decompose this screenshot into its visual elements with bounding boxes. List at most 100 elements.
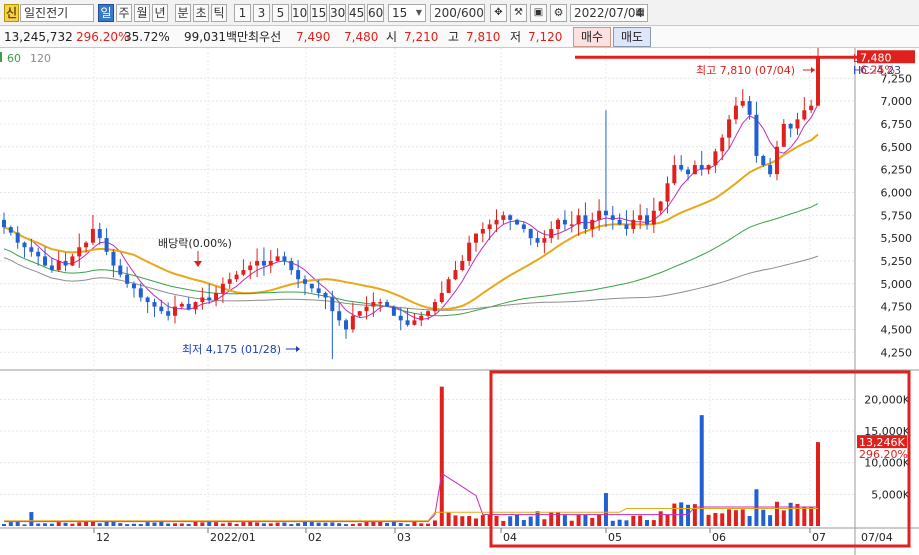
interval-45-button[interactable]: 45	[348, 4, 365, 22]
period-week-button[interactable]: 주	[116, 4, 132, 22]
candle-body	[214, 292, 219, 301]
price-tick-label: 5,500	[881, 232, 913, 245]
interval-10-button[interactable]: 10	[291, 4, 308, 22]
candle-body	[302, 279, 307, 284]
period-month-button[interactable]: 월	[134, 4, 150, 22]
stock-name-combo[interactable]: 일진전기	[20, 4, 94, 22]
volume-bar	[521, 520, 526, 526]
candle-body	[234, 274, 239, 280]
candle-body	[419, 315, 424, 321]
period-tick-button[interactable]: 틱	[211, 4, 227, 22]
candle-body	[713, 151, 718, 166]
price-tick-label: 5,750	[881, 209, 913, 222]
candle-body	[296, 270, 301, 280]
volume-bar	[542, 519, 547, 526]
open-label: 시	[386, 30, 398, 44]
volume-bar	[467, 516, 472, 526]
candle-body	[179, 303, 184, 307]
interval-60-button[interactable]: 60	[367, 4, 384, 22]
interval-5-button[interactable]: 5	[272, 4, 289, 22]
candle-body	[255, 260, 260, 266]
candle-body	[439, 292, 444, 303]
volume-bar	[644, 520, 649, 526]
period-second-button[interactable]: 초	[193, 4, 209, 22]
gear-icon[interactable]: ⚙	[550, 4, 567, 22]
volume-bar	[22, 524, 27, 526]
volume-bar	[131, 523, 136, 526]
interval-1-button[interactable]: 1	[234, 4, 251, 22]
high-note: 최고 7,810 (07/04)	[696, 64, 795, 77]
volume-bar	[84, 521, 89, 526]
date-field[interactable]: 2022/07/04 ▦	[570, 4, 648, 22]
candle-body	[166, 311, 171, 316]
volume-bar	[405, 524, 410, 526]
volume-bar	[720, 513, 725, 526]
volume-bar	[480, 515, 485, 526]
candle-body	[508, 215, 513, 220]
volume-bar	[350, 523, 355, 526]
volume-bar	[385, 522, 390, 526]
low-note: 최저 4,175 (01/28)	[182, 343, 281, 356]
volume-bar	[302, 521, 307, 526]
stock-chart[interactable]: 7,2507,0006,7506,5006,2506,0005,7505,500…	[0, 48, 919, 555]
volume-bar	[617, 519, 622, 526]
volume-bar	[296, 523, 301, 526]
candle-body	[111, 251, 116, 266]
candle-body	[603, 210, 608, 216]
candle-body	[774, 146, 779, 175]
candle-body	[521, 224, 526, 229]
volume-bar	[330, 522, 335, 526]
candle-body	[316, 288, 321, 293]
volume-bar	[357, 523, 362, 526]
volume-bar	[658, 511, 663, 526]
calendar-icon[interactable]: ▦	[636, 5, 645, 21]
low-label: 저	[510, 30, 522, 44]
time-tick-label: 07	[812, 531, 826, 544]
time-tick-label: 12	[96, 531, 110, 544]
volume-bar	[727, 509, 732, 526]
candle-body	[733, 105, 738, 120]
sell-button[interactable]: 매도	[613, 27, 651, 47]
volume-bar	[43, 523, 48, 526]
candle-body	[323, 292, 328, 298]
quote-bar: 13,245,732 296.20% 35.72% 99,031백만 최우선 7…	[0, 26, 919, 48]
indicator-icon[interactable]: ⚒	[510, 4, 527, 22]
best-ask-value: 7,490	[296, 30, 331, 44]
volume-bar	[90, 521, 95, 526]
price-tick-label: 4,750	[881, 301, 913, 314]
candle-body	[268, 260, 273, 266]
candle-body	[200, 297, 205, 303]
interval-30-button[interactable]: 30	[329, 4, 346, 22]
interval-combo[interactable]: 15 ▼	[388, 4, 426, 22]
volume-bar	[15, 521, 20, 526]
save-icon[interactable]: ▣	[530, 4, 547, 22]
buy-button[interactable]: 매수	[573, 27, 611, 47]
volume-bar	[316, 522, 321, 526]
volume-rate-tag: 296.20%	[859, 448, 908, 461]
candle-body	[494, 219, 499, 225]
period-minute-button[interactable]: 분	[175, 4, 191, 22]
candle-body	[816, 57, 820, 106]
candle-body	[487, 224, 492, 229]
candle-body	[275, 256, 280, 261]
candle-body	[159, 306, 164, 312]
candle-body	[289, 260, 294, 271]
price-tick-label: 6,750	[881, 118, 913, 131]
candle-body	[29, 247, 34, 252]
volume-bar	[788, 502, 793, 526]
volume-bar	[207, 521, 212, 526]
candle-body	[207, 297, 212, 301]
candle-body	[446, 279, 451, 293]
candle-body	[802, 110, 807, 120]
period-year-button[interactable]: 년	[152, 4, 168, 22]
crosshair-icon[interactable]: ✥	[490, 4, 507, 22]
data-count-field[interactable]: 200/600	[430, 4, 485, 22]
candle-body	[412, 320, 417, 325]
candle-body	[391, 306, 396, 316]
interval-3-button[interactable]: 3	[253, 4, 270, 22]
period-day-button[interactable]: 일	[98, 4, 114, 22]
interval-15-button[interactable]: 15	[310, 4, 327, 22]
volume-tick-label: 5,000K	[871, 488, 910, 501]
candle-body	[624, 224, 629, 229]
low-value: 7,120	[528, 30, 563, 44]
